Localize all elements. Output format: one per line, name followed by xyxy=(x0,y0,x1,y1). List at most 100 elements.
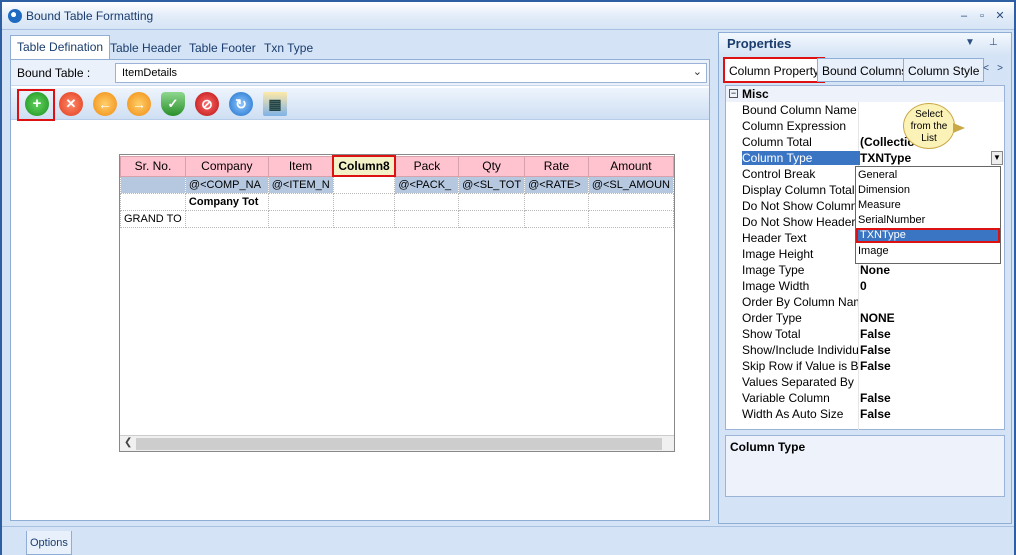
grid-cell[interactable] xyxy=(332,209,396,228)
chevron-left-icon[interactable]: ❮ xyxy=(124,437,132,448)
chevron-right-icon[interactable]: > xyxy=(993,61,1007,77)
grid-cell[interactable] xyxy=(332,175,396,194)
column-header-pack[interactable]: Pack xyxy=(394,155,460,177)
grid-cell[interactable]: @<SL_AMOUN xyxy=(587,175,674,194)
tab-column-style[interactable]: Column Style xyxy=(903,58,985,82)
tab-table-definition[interactable]: Table Defination xyxy=(10,35,111,60)
property-value[interactable]: False xyxy=(860,343,1000,357)
property-value[interactable]: False xyxy=(860,407,1000,421)
restore-icon[interactable]: ▫ xyxy=(974,8,990,24)
property-row[interactable]: Variable Column False xyxy=(726,390,1004,406)
options-tab[interactable]: Options xyxy=(26,531,72,555)
property-value[interactable]: NONE xyxy=(860,311,1000,325)
tab-table-footer[interactable]: Table Footer xyxy=(183,37,262,59)
grid-cell[interactable] xyxy=(332,192,396,211)
category-misc[interactable]: − Misc xyxy=(726,86,1004,102)
minimize-icon[interactable]: ‒ xyxy=(956,8,972,24)
dropdown-option-dimension[interactable]: Dimension xyxy=(856,183,1000,198)
property-row[interactable]: Image Width 0 xyxy=(726,278,1004,294)
delete-icon[interactable]: ✕ xyxy=(59,92,83,116)
shield-check-icon[interactable]: ✓ xyxy=(161,92,185,116)
grid-cell[interactable]: @<COMP_NA xyxy=(184,175,269,194)
property-row[interactable]: Order Type NONE xyxy=(726,310,1004,326)
dropdown-option-general[interactable]: General xyxy=(856,168,1000,183)
dropdown-option-image[interactable]: Image xyxy=(856,244,1000,259)
arrow-left-icon[interactable]: ← xyxy=(93,92,117,116)
chevron-left-icon[interactable]: < xyxy=(979,61,993,77)
grid-cell[interactable] xyxy=(587,192,674,211)
toolbar: + ✕ ← → ✓ ⊘ ↻ ▦ xyxy=(11,88,709,120)
chevron-down-icon[interactable]: ⌄ xyxy=(693,65,702,78)
property-name: Image Type xyxy=(742,263,805,277)
property-name: Image Height xyxy=(742,247,814,261)
property-name: Column Total xyxy=(742,135,812,149)
column-header-rate[interactable]: Rate xyxy=(524,155,589,177)
grid-cell[interactable] xyxy=(587,209,674,228)
grid-cell[interactable]: Company Tot xyxy=(184,192,269,211)
property-value[interactable]: 0 xyxy=(860,279,1000,293)
horizontal-scrollbar[interactable]: ❮ xyxy=(120,435,674,451)
column-header-qty[interactable]: Qty xyxy=(458,155,526,177)
grid-cell[interactable] xyxy=(267,192,334,211)
arrow-right-icon[interactable]: → xyxy=(127,92,151,116)
property-value[interactable]: False xyxy=(860,327,1000,341)
grid-cell[interactable]: @<ITEM_N xyxy=(267,175,334,194)
property-row[interactable]: Show Total False xyxy=(726,326,1004,342)
grid-cell[interactable] xyxy=(394,192,460,211)
grid-cell[interactable]: @<SL_TOT xyxy=(458,175,526,194)
column-header-column8[interactable]: Column8 xyxy=(332,155,396,177)
column-header-amount[interactable]: Amount xyxy=(587,155,674,177)
column-header-company[interactable]: Company xyxy=(184,155,269,177)
property-value[interactable]: TXNType xyxy=(860,151,1000,165)
property-value[interactable]: None xyxy=(860,263,1000,277)
chevron-down-icon[interactable]: ▼ xyxy=(991,151,1003,165)
scrollbar-thumb[interactable] xyxy=(136,438,662,450)
grid-cell[interactable]: GRAND TO xyxy=(120,209,186,228)
grid-cell[interactable] xyxy=(524,192,589,211)
grid-cell[interactable] xyxy=(267,209,334,228)
property-value[interactable]: False xyxy=(860,359,1000,373)
property-row[interactable]: Column Total (Collectio xyxy=(726,134,1004,150)
properties-title: Properties xyxy=(727,36,792,51)
collapse-icon[interactable]: − xyxy=(729,89,738,98)
grid-cell[interactable]: @<PACK_ xyxy=(394,175,460,194)
property-name: Column Type xyxy=(742,151,860,165)
dropdown-option-measure[interactable]: Measure xyxy=(856,198,1000,213)
grid-layout-icon[interactable]: ▦ xyxy=(263,92,287,116)
property-row[interactable]: Skip Row if Value is Bl False xyxy=(726,358,1004,374)
dropdown-option-serialnumber[interactable]: SerialNumber xyxy=(856,213,1000,228)
property-row[interactable]: Show/Include Individu False xyxy=(726,342,1004,358)
bound-table-select[interactable]: ItemDetails ⌄ xyxy=(115,63,707,83)
tab-column-property[interactable]: Column Property xyxy=(723,57,826,83)
stop-icon[interactable]: ⊘ xyxy=(195,92,219,116)
refresh-icon[interactable]: ↻ xyxy=(229,92,253,116)
pin-icon[interactable]: ⊥ xyxy=(989,37,998,48)
grid-cell[interactable] xyxy=(458,209,526,228)
property-row[interactable]: Values Separated By xyxy=(726,374,1004,390)
property-row[interactable]: Width As Auto Size False xyxy=(726,406,1004,422)
property-row[interactable]: Order By Column Nam xyxy=(726,294,1004,310)
table-row-grand-total: GRAND TO xyxy=(120,209,674,228)
category-label: Misc xyxy=(742,87,769,101)
tab-table-header[interactable]: Table Header xyxy=(104,37,187,59)
dropdown-arrow-icon[interactable]: ▼ xyxy=(965,37,975,48)
grid-cell[interactable] xyxy=(120,192,186,211)
tab-bound-columns[interactable]: Bound Columns xyxy=(817,58,913,82)
grid-cell[interactable] xyxy=(458,192,526,211)
grid-cell[interactable]: @<RATE> xyxy=(524,175,589,194)
property-row[interactable]: Image Type None xyxy=(726,262,1004,278)
tab-txn-type[interactable]: Txn Type xyxy=(258,37,319,59)
property-row-column-type[interactable]: Column Type TXNType xyxy=(726,150,1004,166)
property-value[interactable]: False xyxy=(860,391,1000,405)
dropdown-option-txntype[interactable]: TXNType xyxy=(856,228,1000,243)
grid-cell[interactable] xyxy=(394,209,460,228)
bound-table-grid: Sr. No. Company Item Column8 Pack Qty Ra… xyxy=(120,155,674,228)
close-icon[interactable]: ✕ xyxy=(992,8,1008,24)
column-header-sr-no[interactable]: Sr. No. xyxy=(120,155,186,177)
column-header-item[interactable]: Item xyxy=(267,155,334,177)
grid-cell[interactable] xyxy=(184,209,269,228)
property-row[interactable]: Bound Column Name xyxy=(726,102,1004,118)
grid-cell[interactable] xyxy=(524,209,589,228)
grid-cell[interactable] xyxy=(120,175,186,194)
callout-line: List xyxy=(921,133,937,144)
